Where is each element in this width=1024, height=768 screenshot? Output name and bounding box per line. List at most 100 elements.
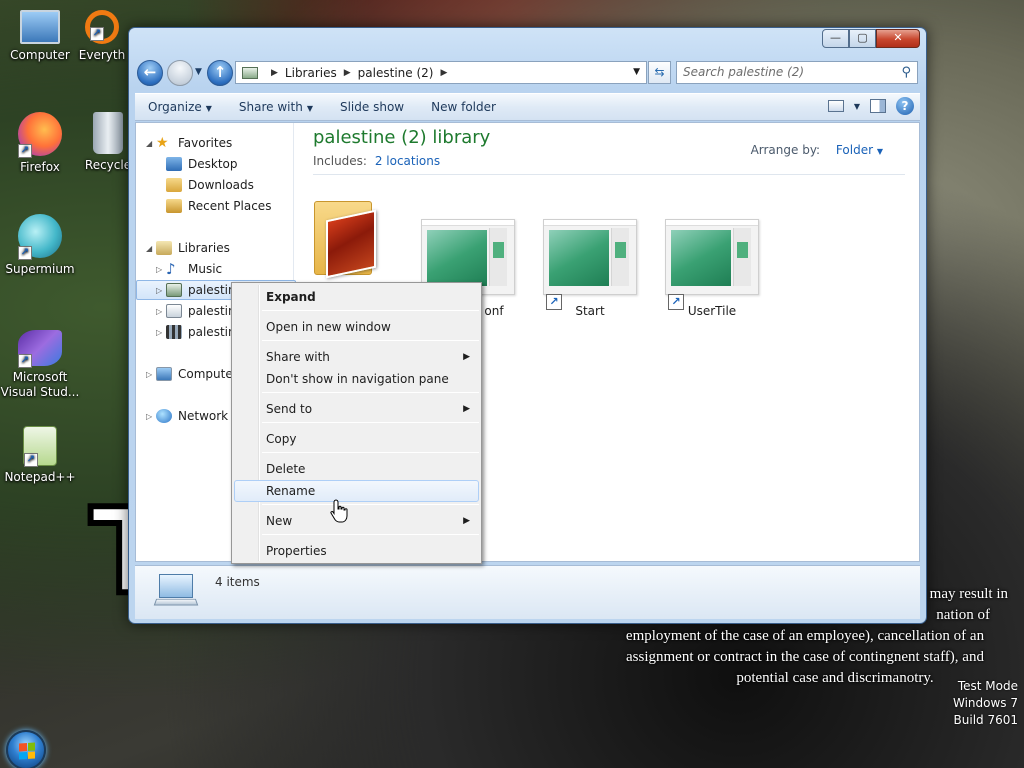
refresh-button[interactable]: ⇆ (648, 61, 671, 84)
nav-label: Computer (178, 367, 238, 381)
expand-arrow-icon[interactable]: ◢ (146, 244, 156, 253)
recent-pages-dropdown[interactable]: ▼ (195, 67, 202, 77)
menu-item-share-with[interactable]: Share with ▶ (234, 346, 479, 368)
arrange-by: Arrange by: Folder ▼ (751, 143, 883, 157)
caption-buttons: — ▢ ✕ (822, 29, 920, 48)
breadcrumb-separator-icon[interactable]: ▶ (344, 68, 351, 78)
close-button[interactable]: ✕ (876, 29, 920, 48)
menu-item-send-to[interactable]: Send to ▶ (234, 398, 479, 420)
downloads-folder-icon (166, 178, 182, 192)
desktop-icon-everything[interactable]: ↗ Everyth (72, 10, 132, 62)
menu-item-delete[interactable]: Delete (234, 458, 479, 480)
file-item-usertile[interactable]: ↗ UserTile (662, 219, 762, 318)
arrange-by-dropdown[interactable]: Folder ▼ (836, 143, 883, 157)
organize-button[interactable]: Organize ▼ (135, 100, 226, 114)
collapse-arrow-icon[interactable]: ▷ (146, 412, 156, 421)
desktop-icon-label: Firefox (20, 160, 60, 174)
arrange-by-label: Arrange by: (750, 143, 821, 157)
breadcrumb-libraries[interactable]: Libraries (285, 66, 337, 80)
menu-item-open-new-window[interactable]: Open in new window (234, 316, 479, 338)
search-icon[interactable]: ⚲ (901, 65, 911, 80)
desktop-icon-firefox[interactable]: ↗ Firefox (0, 112, 80, 174)
menu-separator (262, 392, 479, 393)
dropdown-arrow-icon: ▼ (205, 104, 212, 113)
toolbar-right-group: ▼ ? (827, 97, 914, 115)
folder-photo-preview (326, 209, 376, 279)
nav-downloads[interactable]: Downloads (166, 175, 254, 195)
picture-library-icon (166, 283, 182, 297)
menu-item-new[interactable]: New ▶ (234, 510, 479, 532)
document-library-icon (166, 304, 182, 318)
menu-item-label: Share with (266, 350, 330, 364)
minimize-button[interactable]: — (822, 29, 849, 48)
breadcrumb-palestine[interactable]: palestine (2) (358, 66, 434, 80)
organize-label: Organize (148, 100, 202, 114)
help-icon[interactable]: ? (896, 97, 914, 115)
collapse-arrow-icon[interactable]: ▷ (156, 265, 166, 274)
nav-computer[interactable]: ▷ Computer (146, 364, 238, 384)
desktop-icon-notepadpp[interactable]: ↗ Notepad++ (0, 426, 80, 484)
file-thumbnail: ↗ (543, 219, 637, 310)
notepadpp-icon: ↗ (23, 426, 57, 467)
nav-favorites[interactable]: ◢ ★ Favorites (146, 133, 232, 153)
share-with-button[interactable]: Share with ▼ (226, 100, 327, 114)
up-button[interactable]: ↑ (207, 60, 233, 86)
nav-libraries[interactable]: ◢ Libraries (146, 238, 230, 258)
nav-network[interactable]: ▷ Network (146, 406, 228, 426)
nav-label: Downloads (188, 178, 254, 192)
menu-item-rename[interactable]: Rename (234, 480, 479, 502)
nav-recent-places[interactable]: Recent Places (166, 196, 271, 216)
preview-pane-icon[interactable] (870, 99, 886, 113)
nav-music[interactable]: ▷ ♪ Music (156, 259, 222, 279)
address-history-dropdown-icon[interactable]: ▼ (633, 67, 640, 77)
menu-item-expand[interactable]: Expand (234, 286, 479, 308)
nav-palestine-3[interactable]: ▷ palestine (156, 322, 243, 342)
recent-places-icon (166, 199, 182, 213)
collapse-arrow-icon[interactable]: ▷ (156, 328, 166, 337)
back-button[interactable]: ← (137, 60, 163, 86)
file-thumbnail: ↗ (665, 219, 759, 310)
menu-separator (262, 534, 479, 535)
maximize-button[interactable]: ▢ (849, 29, 876, 48)
menu-item-properties[interactable]: Properties (234, 540, 479, 562)
subtitle-line: may result in (929, 586, 1008, 602)
breadcrumb-separator-icon[interactable]: ▶ (440, 68, 447, 78)
music-note-icon: ♪ (166, 260, 176, 278)
start-button[interactable] (6, 730, 46, 768)
test-mode-line: Windows 7 (952, 696, 1018, 710)
file-item-start[interactable]: ↗ Start (540, 219, 640, 318)
submenu-arrow-icon: ▶ (463, 404, 470, 414)
file-item-folder[interactable] (314, 189, 384, 279)
libraries-icon (156, 241, 172, 255)
subtitle-line: assignment or contract in the case of co… (626, 649, 984, 665)
windows-logo-icon (19, 742, 35, 760)
nav-desktop[interactable]: Desktop (166, 154, 238, 174)
header-divider (313, 174, 905, 175)
desktop-icon-supermium[interactable]: ↗ Supermium (0, 214, 80, 276)
locations-link[interactable]: 2 locations (375, 154, 440, 168)
change-view-icon[interactable] (827, 100, 844, 112)
desktop-icon-visual-studio[interactable]: ↗ Microsoft Visual Stud... (0, 330, 80, 400)
menu-item-copy[interactable]: Copy (234, 428, 479, 450)
library-large-icon (153, 574, 199, 610)
forward-button[interactable] (167, 60, 193, 86)
collapse-arrow-icon[interactable]: ▷ (156, 286, 166, 295)
command-bar: Organize ▼ Share with ▼ Slide show New fol… (135, 93, 920, 121)
address-bar[interactable]: ▶ Libraries ▶ palestine (2) ▶ ▼ (235, 61, 647, 84)
breadcrumb-separator-icon[interactable]: ▶ (271, 68, 278, 78)
menu-item-dont-show[interactable]: Don't show in navigation pane (234, 368, 479, 390)
slide-show-button[interactable]: Slide show (327, 100, 418, 114)
collapse-arrow-icon[interactable]: ▷ (146, 370, 156, 379)
nav-palestine-2[interactable]: ▷ palestine (156, 301, 243, 321)
search-input[interactable]: Search palestine (2) ⚲ (676, 61, 918, 84)
menu-separator (262, 504, 479, 505)
collapse-arrow-icon[interactable]: ▷ (156, 307, 166, 316)
computer-icon (156, 367, 172, 381)
view-dropdown-icon[interactable]: ▼ (854, 102, 860, 111)
expand-arrow-icon[interactable]: ◢ (146, 139, 156, 148)
shortcut-arrow-icon: ↗ (546, 294, 562, 310)
navigation-row: ← ▼ ↑ ▶ Libraries ▶ palestine (2) ▶ ▼ ⇆ … (137, 59, 918, 87)
new-folder-button[interactable]: New folder (418, 100, 510, 114)
desktop-icon-computer[interactable]: Computer (0, 10, 80, 62)
nav-label: Favorites (178, 136, 233, 150)
